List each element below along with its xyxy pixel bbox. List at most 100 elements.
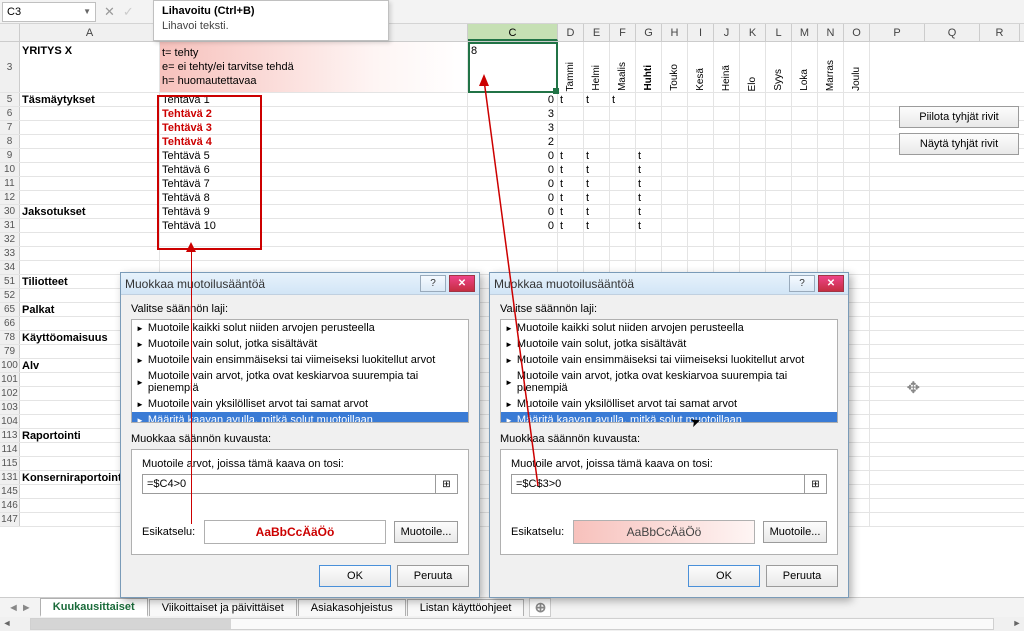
rule-item[interactable]: ►Muotoile vain solut, jotka sisältävät <box>501 336 837 352</box>
help-icon[interactable]: ? <box>789 275 815 292</box>
cell-mark[interactable] <box>610 107 636 120</box>
cell-mark[interactable] <box>766 163 792 176</box>
cancel-button[interactable]: Peruuta <box>397 565 469 587</box>
cell-mark[interactable] <box>584 121 610 134</box>
cell-empty[interactable] <box>662 233 688 246</box>
cell-mark[interactable] <box>792 149 818 162</box>
cell-mark[interactable] <box>818 93 844 106</box>
dialog-titlebar[interactable]: Muokkaa muotoilusääntöä ? ✕ <box>490 273 848 295</box>
cell-mark[interactable] <box>714 135 740 148</box>
cell-section[interactable] <box>20 163 160 176</box>
col-header-m[interactable]: M <box>792 24 818 41</box>
cell-mark[interactable] <box>792 163 818 176</box>
cell-mark[interactable] <box>610 149 636 162</box>
row-header[interactable]: 31 <box>0 219 20 232</box>
cancel-icon[interactable]: ✕ <box>104 4 115 20</box>
cell-mark[interactable] <box>662 163 688 176</box>
cell-task[interactable]: Tehtävä 6 <box>160 163 468 176</box>
cell-task[interactable]: Tehtävä 5 <box>160 149 468 162</box>
rule-type-list[interactable]: ►Muotoile kaikki solut niiden arvojen pe… <box>500 319 838 423</box>
row-header[interactable]: 101 <box>0 373 20 386</box>
cell-empty[interactable] <box>610 233 636 246</box>
row-header[interactable]: 146 <box>0 499 20 512</box>
cell-mark[interactable] <box>636 93 662 106</box>
sheet-tab-viikoittaiset[interactable]: Viikoittaiset ja päivittäiset <box>149 599 297 616</box>
cell-mark[interactable] <box>688 107 714 120</box>
cell-mark[interactable] <box>792 93 818 106</box>
cell-empty[interactable] <box>558 233 584 246</box>
cell-cval[interactable]: 0 <box>468 149 558 162</box>
formula-input[interactable] <box>511 474 805 494</box>
cell-cval[interactable]: 0 <box>468 205 558 218</box>
check-icon[interactable]: ✓ <box>123 4 134 20</box>
cell-mark[interactable] <box>740 107 766 120</box>
row-header[interactable]: 30 <box>0 205 20 218</box>
row-header[interactable]: 9 <box>0 149 20 162</box>
cell-section[interactable] <box>20 121 160 134</box>
cell-mark[interactable] <box>558 107 584 120</box>
sheet-tab-asiakasohjeistus[interactable]: Asiakasohjeistus <box>298 599 406 616</box>
cell-cval[interactable]: 3 <box>468 107 558 120</box>
cell-mark[interactable]: t <box>584 93 610 106</box>
row-header[interactable]: 114 <box>0 443 20 456</box>
cell-empty[interactable] <box>818 233 844 246</box>
cell-task[interactable]: Tehtävä 9 <box>160 205 468 218</box>
cell-mark[interactable] <box>688 205 714 218</box>
row-header[interactable]: 66 <box>0 317 20 330</box>
cell-mark[interactable] <box>714 121 740 134</box>
cell-mark[interactable] <box>818 191 844 204</box>
cell-mark[interactable] <box>766 107 792 120</box>
cell-company[interactable]: YRITYS X <box>20 42 160 92</box>
cell-cval[interactable]: 2 <box>468 135 558 148</box>
cell-section[interactable] <box>20 191 160 204</box>
month-huhti[interactable]: Huhti <box>636 42 662 93</box>
cell-mark[interactable] <box>844 107 870 120</box>
cell-mark[interactable]: t <box>636 205 662 218</box>
cell-empty[interactable] <box>160 247 468 260</box>
col-header-f[interactable]: F <box>610 24 636 41</box>
cell-section[interactable] <box>20 135 160 148</box>
cell-mark[interactable] <box>792 121 818 134</box>
sheet-tab-listan-kayttoohjeet[interactable]: Listan käyttöohjeet <box>407 599 525 616</box>
cell-mark[interactable] <box>818 149 844 162</box>
row-header[interactable]: 6 <box>0 107 20 120</box>
cell-mark[interactable]: t <box>558 205 584 218</box>
cell-mark[interactable]: t <box>584 149 610 162</box>
cell-task[interactable]: Tehtävä 3 <box>160 121 468 134</box>
col-header-p[interactable]: P <box>870 24 925 41</box>
row-header[interactable]: 65 <box>0 303 20 316</box>
scroll-right-icon[interactable]: ► <box>1010 618 1024 630</box>
row-header[interactable]: 3 <box>0 42 20 92</box>
cell-mark[interactable] <box>636 107 662 120</box>
cell-empty[interactable] <box>610 247 636 260</box>
cell-mark[interactable] <box>610 121 636 134</box>
cell-mark[interactable] <box>662 177 688 190</box>
col-header-e[interactable]: E <box>584 24 610 41</box>
cell-mark[interactable] <box>662 149 688 162</box>
cell-mark[interactable] <box>714 177 740 190</box>
cell-mark[interactable] <box>792 177 818 190</box>
close-icon[interactable]: ✕ <box>449 275 475 292</box>
row-header[interactable]: 10 <box>0 163 20 176</box>
rule-item[interactable]: ►Muotoile vain arvot, jotka ovat keskiar… <box>132 368 468 396</box>
cell-mark[interactable]: t <box>558 149 584 162</box>
cell-mark[interactable] <box>792 205 818 218</box>
cell-empty[interactable] <box>766 233 792 246</box>
cell-mark[interactable] <box>714 93 740 106</box>
scroll-thumb[interactable] <box>31 619 231 629</box>
cell-mark[interactable] <box>714 219 740 232</box>
sheet-tab-kuukausittaiset[interactable]: Kuukausittaiset <box>40 598 148 617</box>
cell-mark[interactable] <box>558 121 584 134</box>
cell-mark[interactable] <box>688 219 714 232</box>
dialog-titlebar[interactable]: Muokkaa muotoilusääntöä ? ✕ <box>121 273 479 295</box>
col-header-l[interactable]: L <box>766 24 792 41</box>
col-header-h[interactable]: H <box>662 24 688 41</box>
cell-empty[interactable] <box>740 247 766 260</box>
ok-button[interactable]: OK <box>688 565 760 587</box>
cell-mark[interactable] <box>792 135 818 148</box>
cell-mark[interactable]: t <box>584 177 610 190</box>
cell-mark[interactable]: t <box>558 219 584 232</box>
format-button[interactable]: Muotoile... <box>763 521 827 543</box>
row-header[interactable]: 131 <box>0 471 20 484</box>
cell-mark[interactable] <box>584 135 610 148</box>
